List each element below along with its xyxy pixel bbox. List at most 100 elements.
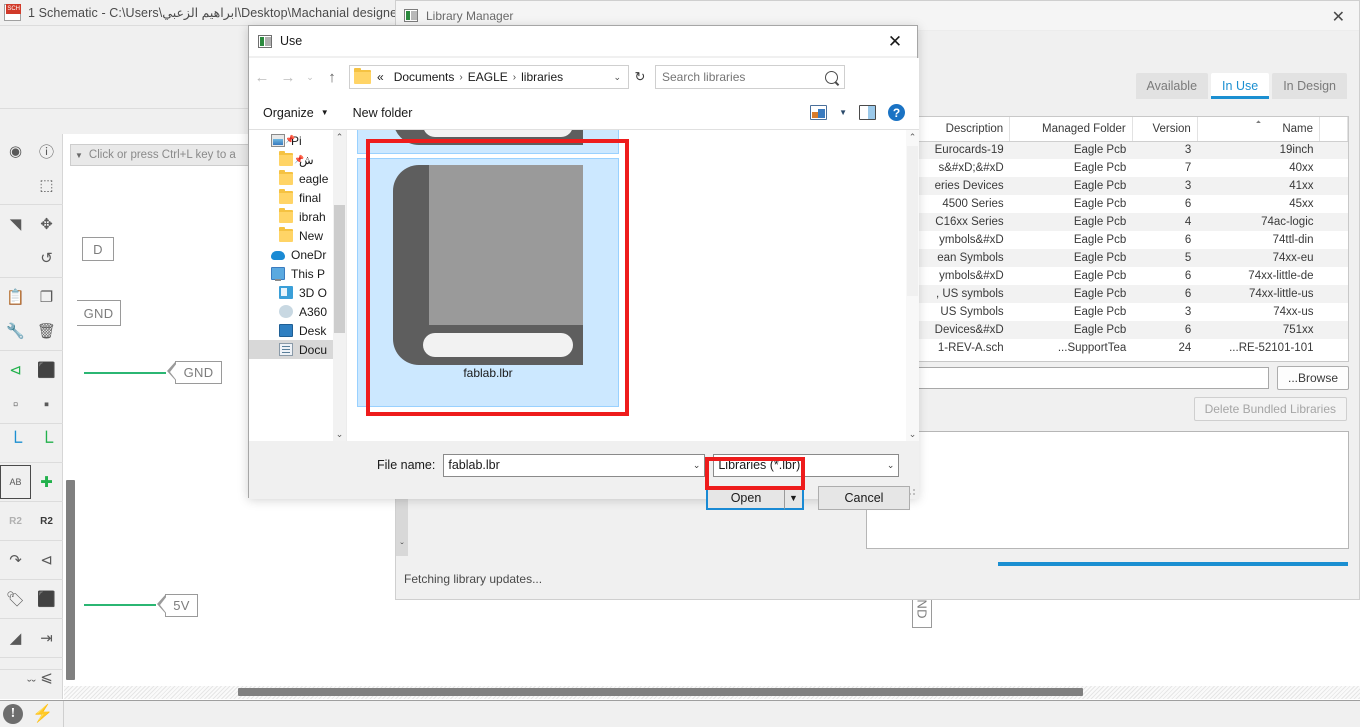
up-one-level-icon[interactable]: ↑ [319, 64, 345, 90]
search-box[interactable] [655, 65, 845, 89]
table-row[interactable]: US Symbols Eagle Pcb 3 74xx-us [907, 303, 1348, 321]
nav-item-this-p[interactable]: This P [249, 264, 346, 283]
tab-available[interactable]: Available [1135, 73, 1209, 99]
file-item-partial[interactable] [357, 130, 619, 154]
paste-icon[interactable]: 📋 [0, 280, 31, 314]
chevron-down-icon[interactable]: ▼ [839, 108, 847, 117]
add-pin-icon[interactable]: ⊲ [31, 543, 62, 577]
nav-item-ibrah[interactable]: ibrah [249, 207, 346, 226]
nav-item-desk[interactable]: Desk [249, 321, 346, 340]
name-icon[interactable]: R2 [0, 504, 31, 538]
nav-item-onedr[interactable]: OneDr [249, 245, 346, 264]
net-label-gnd[interactable]: GND [167, 360, 222, 384]
bus-icon[interactable]: └ [31, 426, 62, 460]
column-header-version[interactable]: Version [1132, 117, 1198, 142]
library-path-input[interactable] [866, 367, 1269, 389]
nav-item-final[interactable]: final [249, 188, 346, 207]
resize-grip[interactable] [906, 486, 916, 496]
new-folder-button[interactable]: New folder [353, 106, 413, 120]
chevron-down-icon[interactable]: ⌄ [887, 460, 895, 471]
table-row[interactable]: 1-REV-A.sch ...SupportTea 24 ...RE-52101-10… [907, 339, 1348, 357]
browse-button[interactable]: ...Browse [1276, 366, 1349, 390]
table-row[interactable]: C16xx Series Eagle Pcb 4 74ac-logic [907, 213, 1348, 231]
net-label-5v[interactable]: 5V [157, 593, 198, 617]
nav-item-docu[interactable]: Docu [249, 340, 346, 359]
column-header-description[interactable]: Description [907, 117, 1011, 142]
file-name-input[interactable]: fablab.lbr ⌄ [443, 453, 706, 477]
chevron-down-icon[interactable]: ⌄ [608, 72, 626, 83]
net-label-gnd-box[interactable]: GND [76, 300, 121, 326]
trash-icon[interactable]: 🗑 [31, 314, 62, 348]
attribute-icon[interactable]: 🏷 [0, 582, 31, 616]
delete-bundled-libraries-button[interactable]: Delete Bundled Libraries [1193, 397, 1347, 421]
breadcrumb-item-eagle[interactable]: EAGLE [468, 70, 508, 84]
nav-item-3d-o[interactable]: 3D O [249, 283, 346, 302]
nav-item-ش[interactable]: 📌 ش [249, 150, 346, 169]
miter-icon[interactable]: ◢ [0, 621, 31, 655]
library-table[interactable]: DescriptionManaged FolderVersionName Eur… [906, 116, 1349, 362]
move-icon[interactable]: ✥ [31, 207, 62, 241]
scroll-up-icon[interactable]: ⌃ [906, 130, 919, 144]
table-row[interactable]: s&#xD;&#xD Eagle Pcb 7 40xx [907, 159, 1348, 177]
label-icon[interactable]: AB [0, 465, 31, 499]
cancel-button[interactable]: Cancel [818, 486, 910, 510]
library-manager-close-button[interactable]: ✕ [1332, 7, 1345, 27]
breadcrumb[interactable]: « Documents › EAGLE › libraries ⌄ [349, 65, 629, 89]
error-indicator-icon[interactable]: ! [3, 704, 23, 724]
help-icon[interactable]: ? [888, 104, 905, 121]
breadcrumb-item-documents[interactable]: Documents [394, 70, 455, 84]
table-row[interactable]: eries Devices Eagle Pcb 3 41xx [907, 177, 1348, 195]
table-row[interactable]: , US symbols Eagle Pcb 6 74xx-little-us [907, 285, 1348, 303]
value-icon[interactable]: R2 [31, 504, 62, 538]
breadcrumb-item-libraries[interactable]: libraries [521, 70, 563, 84]
search-input[interactable] [662, 70, 825, 84]
marquee-select-icon[interactable]: ⬚ [31, 168, 62, 202]
scroll-down-icon[interactable]: ⌄ [906, 427, 919, 441]
tool-palette-more-button[interactable]: ˇˇ [0, 669, 63, 699]
table-row[interactable]: Eurocards-19 Eagle Pcb 3 19inch [907, 141, 1348, 159]
chevron-down-icon[interactable]: ⌄ [693, 460, 701, 471]
table-row[interactable]: ean Symbols Eagle Pcb 5 74xx-eu [907, 249, 1348, 267]
tab-in-use[interactable]: In Use [1211, 73, 1270, 99]
view-eye-icon[interactable]: ◉ [0, 134, 31, 168]
nav-item-a360[interactable]: A360 [249, 302, 346, 321]
change-view-icon[interactable] [810, 105, 828, 120]
canvas-horizontal-scrollbar-thumb[interactable] [238, 688, 1083, 696]
column-header-managed-folder[interactable]: Managed Folder [1009, 117, 1133, 142]
file-list-scrollbar[interactable]: ⌃ ⌄ [906, 130, 919, 441]
forward-icon[interactable]: → [275, 64, 301, 90]
command-line-input[interactable]: ▼ Click or press Ctrl+L key to a [70, 144, 265, 166]
open-dropdown-button[interactable]: ▼ [784, 486, 804, 510]
nav-item-eagle[interactable]: eagle [249, 169, 346, 188]
preview-pane-icon[interactable] [859, 105, 876, 120]
scroll-down-icon[interactable]: ⌄ [333, 427, 346, 441]
table-row[interactable]: Devices&#xD Eagle Pcb 6 751xx [907, 321, 1348, 339]
rotate-icon[interactable]: ↺ [31, 241, 62, 275]
scroll-up-icon[interactable]: ⌃ [333, 130, 346, 144]
scrollbar-thumb[interactable] [907, 146, 918, 296]
replace-icon[interactable]: ▪ [31, 387, 62, 421]
bolt-icon[interactable]: ⚡ [32, 704, 53, 724]
smash-icon[interactable]: ↷ [0, 543, 31, 577]
organize-menu-button[interactable]: Organize ▼ [263, 106, 329, 120]
add-gate-icon[interactable]: ⊲ [0, 353, 31, 387]
open-button[interactable]: Open [706, 486, 784, 510]
navigation-pane-scrollbar[interactable]: ⌃ ⌄ [333, 130, 346, 441]
mirror-icon[interactable]: ◥ [0, 207, 31, 241]
copy-icon[interactable]: ❐ [31, 280, 62, 314]
library-manager-collapse-button[interactable]: ˇ [396, 539, 408, 555]
table-row[interactable]: 4500 Series Eagle Pcb 6 45xx [907, 195, 1348, 213]
file-dialog-close-button[interactable]: ✕ [873, 26, 917, 58]
tab-in-design[interactable]: In Design [1272, 73, 1347, 99]
back-icon[interactable]: ← [249, 64, 275, 90]
canvas-vertical-scrollbar-thumb[interactable] [66, 480, 75, 680]
file-list-pane[interactable]: fablab.lbr ⌃ ⌄ [347, 130, 919, 441]
info-icon[interactable]: ⓘ [31, 134, 62, 168]
file-item-fablab[interactable]: fablab.lbr [357, 158, 619, 407]
add-package-icon[interactable]: ⬛ [31, 353, 62, 387]
scrollbar-thumb[interactable] [334, 205, 345, 333]
net-icon[interactable]: └ [0, 426, 31, 460]
nav-item-pi[interactable]: 📌 Pi [249, 131, 346, 150]
refresh-icon[interactable]: ↻ [629, 65, 651, 89]
wrench-icon[interactable]: 🔧 [0, 314, 31, 348]
